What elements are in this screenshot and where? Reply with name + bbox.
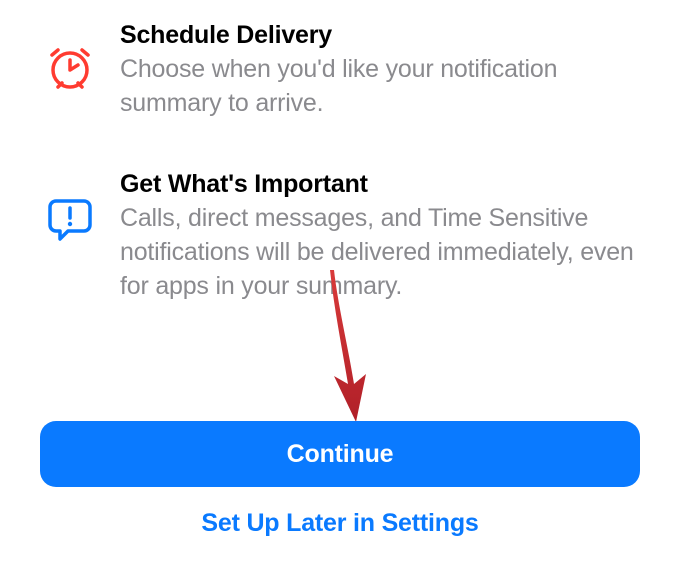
- clock-icon: [40, 20, 100, 92]
- feature-description: Choose when you'd like your notification…: [120, 53, 640, 121]
- feature-important: Get What's Important Calls, direct messa…: [40, 169, 640, 304]
- continue-button[interactable]: Continue: [40, 421, 640, 487]
- feature-title: Schedule Delivery: [120, 20, 640, 51]
- setup-later-button[interactable]: Set Up Later in Settings: [40, 495, 640, 551]
- feature-schedule-delivery: Schedule Delivery Choose when you'd like…: [40, 20, 640, 121]
- chat-alert-icon: [40, 169, 100, 241]
- button-group: Continue Set Up Later in Settings: [40, 421, 640, 551]
- feature-description: Calls, direct messages, and Time Sensiti…: [120, 202, 640, 303]
- feature-list: Schedule Delivery Choose when you'd like…: [0, 0, 680, 303]
- feature-title: Get What's Important: [120, 169, 640, 200]
